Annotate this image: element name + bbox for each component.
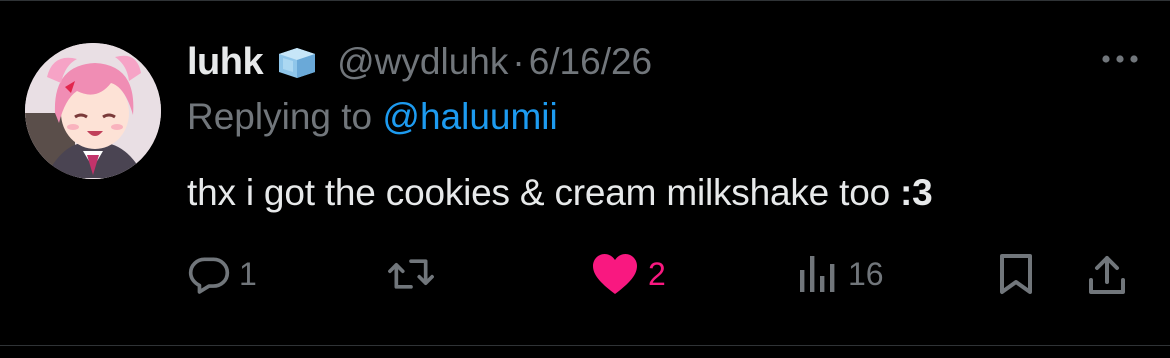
heart-filled-icon: [593, 254, 637, 294]
replying-to-label: Replying to: [187, 96, 373, 137]
like-count: 2: [648, 255, 666, 292]
views-chart-icon: [800, 256, 835, 292]
more-horizontal-icon: [1102, 55, 1138, 63]
reply-icon: [188, 257, 230, 294]
tweet-text: thx i got the cookies & cream milkshake …: [187, 172, 933, 214]
avatar[interactable]: [25, 43, 161, 179]
bookmark-button[interactable]: [996, 246, 1036, 302]
tweet-date[interactable]: 6/16/26: [529, 41, 652, 83]
display-name[interactable]: luhk: [187, 41, 264, 84]
views-count: 16: [848, 255, 884, 292]
views-button[interactable]: 16: [796, 246, 884, 302]
separator-dot: ·: [512, 41, 525, 82]
tweet-text-main: thx i got the cookies & cream milkshake …: [187, 172, 901, 213]
avatar-image: [25, 43, 161, 179]
user-handle[interactable]: @wydluhk: [337, 41, 508, 83]
reply-mention-link[interactable]: @haluumii: [382, 96, 557, 137]
replying-to: Replying to @haluumii: [187, 96, 558, 138]
more-options-button[interactable]: [1098, 48, 1142, 70]
bookmark-icon: [1000, 254, 1032, 294]
reply-button[interactable]: 1: [187, 246, 257, 302]
action-bar: 1 2 16: [0, 246, 1170, 302]
tweet-header: luhk @wydluhk · 6/16/26: [187, 38, 652, 86]
reply-count: 1: [239, 255, 257, 292]
ice-cube-icon: [275, 44, 319, 80]
tweet-text-emoticon: :3: [900, 172, 933, 213]
share-icon: [1089, 256, 1125, 294]
like-button[interactable]: 2: [590, 246, 666, 302]
retweet-button[interactable]: [386, 246, 444, 302]
share-button[interactable]: [1085, 246, 1129, 302]
bottom-divider: [0, 345, 1170, 346]
retweet-icon: [388, 259, 434, 289]
top-divider: [0, 0, 1170, 1]
